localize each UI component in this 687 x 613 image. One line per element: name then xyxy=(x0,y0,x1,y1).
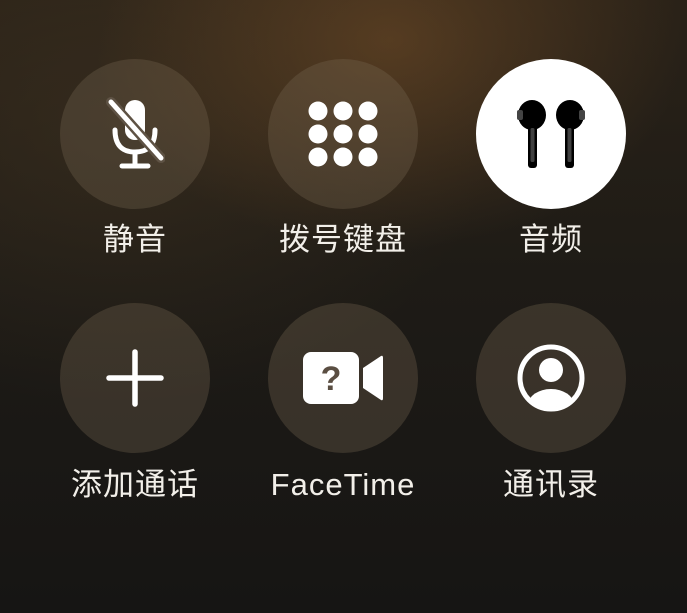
keypad-label: 拨号键盘 xyxy=(279,222,407,257)
audio-button[interactable] xyxy=(476,59,626,209)
airpods-icon xyxy=(515,98,587,170)
contacts-label: 通讯录 xyxy=(503,467,599,502)
keypad-icon xyxy=(308,101,378,167)
add-call-label: 添加通话 xyxy=(71,467,199,502)
plus-icon xyxy=(105,348,165,408)
keypad-button[interactable] xyxy=(268,59,418,209)
video-question-icon: ? xyxy=(301,350,385,406)
contacts-button[interactable] xyxy=(476,303,626,453)
facetime-label: FaceTime xyxy=(270,467,416,502)
mute-label: 静音 xyxy=(103,222,167,257)
mic-slash-icon xyxy=(105,96,165,172)
add-call-button[interactable] xyxy=(60,303,210,453)
facetime-button[interactable]: ? xyxy=(268,303,418,453)
audio-label: 音频 xyxy=(519,222,583,257)
mute-button[interactable] xyxy=(60,59,210,209)
person-circle-icon xyxy=(516,343,586,413)
svg-text:?: ? xyxy=(321,360,342,398)
